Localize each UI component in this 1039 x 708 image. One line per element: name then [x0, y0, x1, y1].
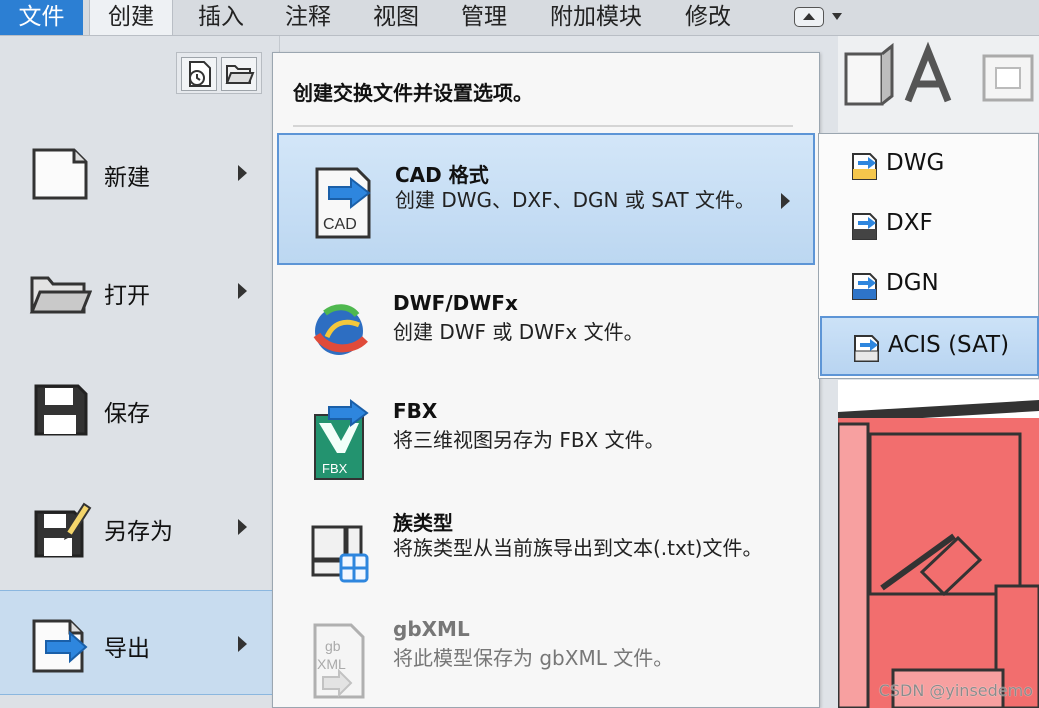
submenu-arrow-icon: [238, 636, 247, 652]
cad-format-submenu: DWG DXF DGN ACIS (SAT): [818, 133, 1039, 379]
submenu-dwg-label: DWG: [886, 150, 945, 176]
submenu-arrow-icon: [238, 519, 247, 535]
recent-files-tools: [176, 52, 262, 94]
menu-bar: 文件 创建 插入 注释 视图 管理 附加模块 修改: [0, 0, 1039, 36]
menu-modify-tab[interactable]: 修改: [670, 0, 746, 35]
menu-view-tab[interactable]: 视图: [358, 0, 434, 35]
left-menu-save-as-label: 另存为: [104, 519, 173, 545]
gbxml-icon: gb XML: [313, 623, 365, 699]
submenu-dgn[interactable]: DGN: [820, 256, 1039, 316]
flyout-title: 创建交换文件并设置选项。: [293, 81, 533, 105]
menu-manage-tab[interactable]: 管理: [446, 0, 522, 35]
left-menu-new-label: 新建: [104, 165, 150, 191]
svg-text:XML: XML: [317, 656, 346, 672]
menu-addins-tab[interactable]: 附加模块: [534, 0, 658, 35]
cad-export-icon: CAD: [315, 167, 371, 239]
export-icon: [32, 619, 88, 673]
svg-text:CAD: CAD: [323, 216, 357, 233]
left-menu-open-label: 打开: [104, 283, 150, 309]
fbx-export-icon: FBX: [314, 399, 369, 480]
export-option-fbx-desc: 将三维视图另存为 FBX 文件。: [393, 428, 665, 452]
export-option-gbxml[interactable]: gb XML gbXML 将此模型保存为 gbXML 文件。: [277, 593, 815, 708]
export-option-gbxml-desc: 将此模型保存为 gbXML 文件。: [393, 646, 674, 670]
flyout-divider: [293, 125, 793, 127]
dxf-file-icon: [852, 213, 877, 240]
submenu-dxf-label: DXF: [886, 210, 933, 236]
export-option-gbxml-title: gbXML: [393, 617, 470, 641]
submenu-acis-sat[interactable]: ACIS (SAT): [820, 316, 1039, 376]
model-drawing: [836, 400, 1039, 708]
left-menu-new[interactable]: 新建: [0, 120, 272, 225]
export-option-family-types-desc: 将族类型从当前族导出到文本(.txt)文件。: [393, 536, 763, 560]
dwg-file-icon: [852, 153, 877, 180]
save-disk-icon: [34, 384, 88, 436]
left-menu-save[interactable]: 保存: [0, 356, 272, 461]
export-option-cad-title: CAD 格式: [395, 163, 489, 187]
ribbon-dropdown-icon[interactable]: [832, 13, 842, 20]
ribbon-toggle-button[interactable]: [794, 7, 824, 27]
left-menu-save-label: 保存: [104, 401, 150, 427]
new-document-icon: [32, 148, 88, 200]
open-folder-icon: [29, 276, 92, 314]
export-option-family-types-title: 族类型: [393, 511, 453, 535]
ribbon-background: [838, 36, 1039, 132]
left-menu-save-as[interactable]: 另存为: [0, 474, 272, 579]
dwf-globe-icon: [313, 304, 368, 355]
open-documents-icon: [225, 65, 255, 84]
sat-file-icon: [854, 335, 879, 362]
save-as-icon: [34, 502, 92, 558]
family-types-icon: [311, 525, 369, 583]
menu-create-tab[interactable]: 创建: [89, 0, 173, 35]
watermark-text: CSDN @yinsedemo: [878, 681, 1033, 700]
recent-documents-button[interactable]: [181, 57, 217, 91]
submenu-dwg[interactable]: DWG: [820, 136, 1039, 196]
menu-annotate-tab[interactable]: 注释: [270, 0, 346, 35]
left-menu-export-label: 导出: [104, 636, 150, 662]
export-option-dwf-desc: 创建 DWF 或 DWFx 文件。: [393, 320, 644, 344]
ribbon-icons: [844, 41, 1034, 106]
open-documents-button[interactable]: [221, 57, 257, 91]
dgn-file-icon: [852, 273, 877, 300]
submenu-arrow-icon: [238, 165, 247, 181]
export-option-dwf-title: DWF/DWFx: [393, 291, 518, 315]
submenu-dgn-label: DGN: [886, 270, 939, 296]
export-flyout: 创建交换文件并设置选项。 CAD CAD 格式 创建 DWG、DXF、DGN 或…: [272, 52, 820, 708]
export-option-cad-desc: 创建 DWG、DXF、DGN 或 SAT 文件。: [395, 188, 755, 212]
export-option-fbx-title: FBX: [393, 399, 438, 423]
left-menu-open[interactable]: 打开: [0, 238, 272, 343]
submenu-dxf[interactable]: DXF: [820, 196, 1039, 256]
model-canvas[interactable]: [836, 380, 1039, 708]
recent-documents-icon: [189, 61, 211, 87]
menu-file-tab[interactable]: 文件: [0, 0, 83, 35]
svg-text:FBX: FBX: [322, 461, 348, 476]
submenu-arrow-icon: [781, 193, 790, 209]
application-menu: 新建 打开 保存 另存为 导出: [0, 36, 280, 708]
submenu-acis-sat-label: ACIS (SAT): [888, 332, 1010, 358]
export-option-cad[interactable]: CAD CAD 格式 创建 DWG、DXF、DGN 或 SAT 文件。: [277, 133, 815, 265]
svg-text:gb: gb: [325, 638, 341, 654]
left-menu-export[interactable]: 导出: [0, 590, 272, 695]
menu-insert-tab[interactable]: 插入: [182, 0, 260, 35]
submenu-arrow-icon: [238, 283, 247, 299]
